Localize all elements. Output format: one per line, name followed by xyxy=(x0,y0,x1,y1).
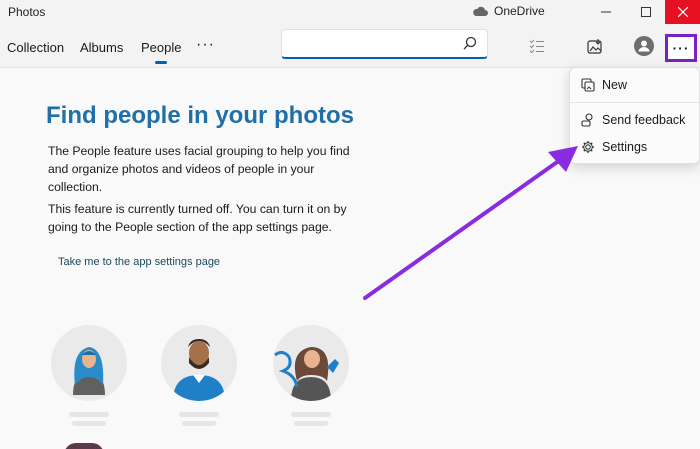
gear-icon xyxy=(581,140,595,154)
more-options-button[interactable]: ··· xyxy=(665,34,697,62)
more-options-menu: New Send feedback Settings xyxy=(569,67,700,164)
menu-item-new[interactable]: New xyxy=(570,72,700,98)
onedrive-label: OneDrive xyxy=(494,4,545,18)
search-input[interactable] xyxy=(281,29,488,59)
placeholder-bar xyxy=(179,412,219,417)
tab-collection[interactable]: Collection xyxy=(7,40,64,55)
cloud-icon xyxy=(473,6,488,16)
onedrive-status[interactable]: OneDrive xyxy=(472,4,545,18)
title-bar: Photos OneDrive xyxy=(0,0,700,24)
status-text: This feature is currently turned off. Yo… xyxy=(48,202,347,234)
menu-item-send-feedback[interactable]: Send feedback xyxy=(570,107,700,133)
person-illustration-4 xyxy=(64,443,104,449)
search-icon[interactable] xyxy=(463,36,477,55)
close-button[interactable] xyxy=(665,0,700,24)
person-illustration-1 xyxy=(51,325,127,401)
menu-label: New xyxy=(602,78,628,92)
import-icon[interactable] xyxy=(585,36,605,56)
minimize-icon xyxy=(601,11,611,13)
select-icon[interactable] xyxy=(527,36,547,56)
menu-item-settings[interactable]: Settings xyxy=(570,134,700,160)
menu-label: Send feedback xyxy=(602,113,686,127)
maximize-button[interactable] xyxy=(626,0,666,24)
minimize-button[interactable] xyxy=(586,0,626,24)
placeholder-bar xyxy=(291,412,331,417)
person-icon xyxy=(634,36,654,56)
feedback-icon xyxy=(581,113,595,127)
maximize-icon xyxy=(641,7,651,17)
placeholder-bar xyxy=(69,412,109,417)
menu-divider xyxy=(570,102,700,103)
app-settings-link[interactable]: Take me to the app settings page xyxy=(58,256,220,268)
tab-albums[interactable]: Albums xyxy=(80,40,123,55)
person-illustration-2 xyxy=(161,325,237,401)
nav-more-button[interactable]: ··· xyxy=(196,36,215,54)
description-text: The People feature uses facial grouping … xyxy=(48,144,350,194)
page-title: Find people in your photos xyxy=(46,102,354,129)
close-icon xyxy=(677,7,688,17)
placeholder-bar xyxy=(72,421,106,426)
app-title: Photos xyxy=(8,5,46,19)
placeholder-bar xyxy=(182,421,216,426)
menu-label: Settings xyxy=(602,140,648,154)
person-illustration-3 xyxy=(273,325,349,401)
tab-people[interactable]: People xyxy=(141,40,181,55)
placeholder-bar xyxy=(294,421,328,426)
new-icon xyxy=(581,78,595,92)
account-avatar[interactable] xyxy=(633,35,655,57)
